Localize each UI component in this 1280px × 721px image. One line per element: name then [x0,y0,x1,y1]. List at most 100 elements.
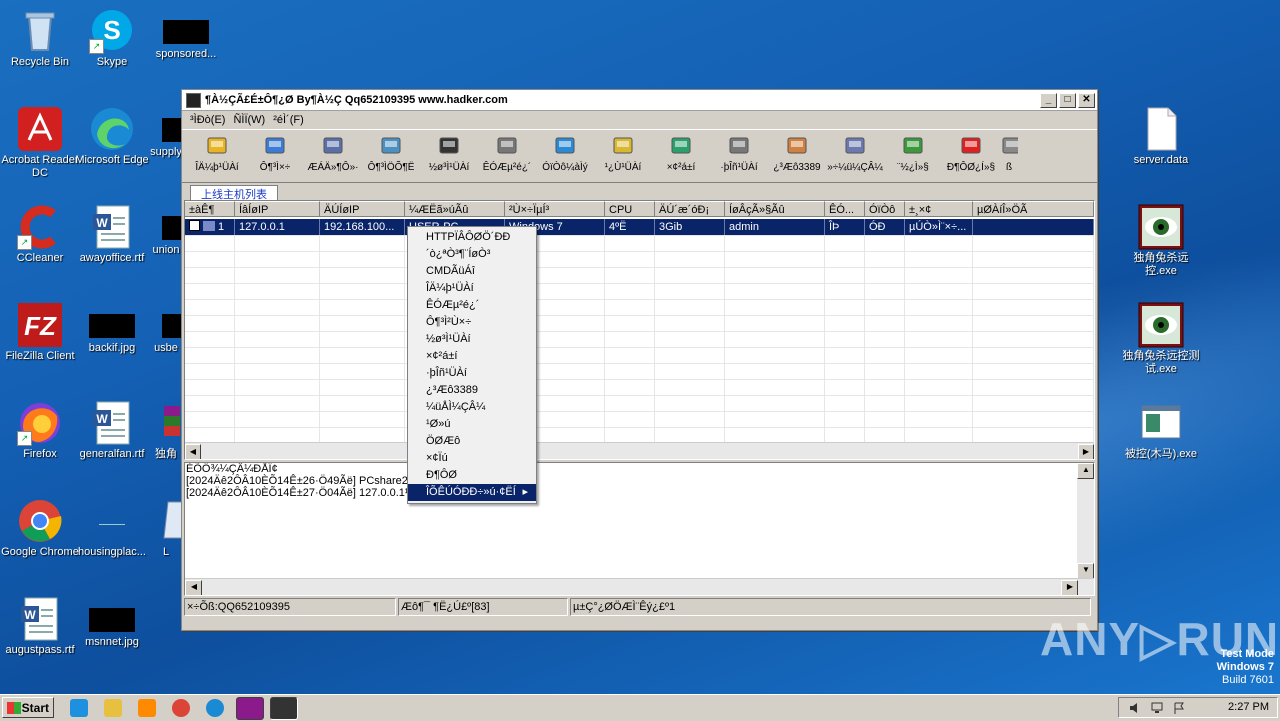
toolbar-button[interactable]: ¨½¿Ì»§ [884,130,942,180]
context-menu-item[interactable]: CMDÃüÁî [408,263,536,280]
toolbar-button[interactable]: ×¢²á±í [652,130,710,180]
desktop-icon-l[interactable]: L [146,494,186,590]
scroll-left-button[interactable]: ◀ [185,580,202,595]
speaker-icon[interactable] [1129,702,1141,714]
toolbar-button[interactable]: ß [1000,130,1018,180]
window-titlebar[interactable]: ¶À½ÇÃ£É±Ô¶¿Ø By¶À½Ç Qq652109395 www.hadk… [182,90,1097,111]
toolbar-button[interactable]: Ð¶ÔØ¿Í»§ [942,130,1000,180]
desktop-icon-supply[interactable]: supply [146,102,186,198]
toolbar-button[interactable]: ·þÎñ¹ÜÀí [710,130,768,180]
media-player-icon[interactable] [138,699,156,717]
column-header[interactable]: ÓïÒô [865,201,905,217]
menu-program[interactable]: ³ÌÐò(E) [186,114,229,126]
column-header[interactable]: CPU [605,201,655,217]
desktop-icon-filezilla[interactable]: FZ FileZilla Client [0,298,80,394]
scroll-left-button[interactable]: ◀ [185,444,201,459]
desktop-icon-sponsored[interactable]: sponsored... [146,4,226,100]
context-menu-item[interactable]: ¼üÅÌ¼ÇÂ¼ [408,399,536,416]
winrar-icon[interactable] [236,697,264,720]
remote-control-window[interactable]: ¶À½ÇÃ£É±Ô¶¿Ø By¶À½Ç Qq652109395 www.hadk… [181,89,1098,631]
toolbar-button[interactable]: ÎÄ¼þ¹ÜÀí [188,130,246,180]
remote-tool-icon[interactable] [270,697,298,720]
toolbar-button[interactable]: ÆÁÄ»¶Ô»· [304,130,362,180]
context-menu-item[interactable]: ÎÄ¼þ¹ÜÀí [408,280,536,297]
ie-icon[interactable] [70,699,88,717]
desktop-icon-usbe[interactable]: usbe [146,298,186,394]
context-menu-item[interactable]: ¿³Æô3389 [408,382,536,399]
context-menu-item[interactable]: ·þÎñ¹ÜÀí [408,365,536,382]
context-menu-item[interactable]: ÎÕÊÚÓÐÐ÷»ú·¢ËÍ ▸ [408,484,536,501]
vertical-scrollbar[interactable]: ▲ ▼ [1077,463,1094,579]
network-icon[interactable] [1151,702,1163,714]
context-menu-item[interactable]: Ð¶ÔØ [408,467,536,484]
scroll-right-button[interactable]: ▶ [1078,444,1094,459]
desktop-icon-chrome[interactable]: Google Chrome [0,494,80,590]
maximize-button[interactable]: □ [1059,92,1076,108]
context-menu-item[interactable]: ¹Ø»ú [408,416,536,433]
context-menu-item[interactable]: ×¢²á±í [408,348,536,365]
context-menu-item[interactable]: HTTPÏÂÔØÖ´ÐÐ [408,229,536,246]
desktop-icon-dujiao-test-exe[interactable]: 独角兔杀远控测试.exe [1121,298,1201,394]
toolbar-button[interactable]: Ô¶³Ì×÷ [246,130,304,180]
toolbar-button[interactable]: ÊÓÆµ²é¿´ [478,130,536,180]
toolbar-button[interactable]: »÷¼ü¼ÇÂ¼ [826,130,884,180]
context-menu[interactable]: HTTPÏÂÔØÖ´ÐÐ ´ò¿ªÒ³¶¨ÍøÒ³ CMDÃüÁî ÎÄ¼þ¹ÜÀí Ê… [407,226,537,504]
desktop-icon-recycle-bin[interactable]: Recycle Bin [0,4,80,100]
column-header[interactable]: µØÀíÎ»ÖÃ [973,201,1094,217]
chrome-icon[interactable] [172,699,190,717]
desktop-icon-firefox[interactable]: ↗ Firefox [0,396,80,492]
column-header[interactable]: ÄÚÍøIP [320,201,405,217]
desktop-icon-generalfan[interactable]: W generalfan.rtf [72,396,152,492]
column-header[interactable]: ÄÚ´æ´óÐ¡ [655,201,725,217]
desktop-icon-dujiao[interactable]: 独角 [146,396,186,492]
host-list[interactable]: ±àÊ¶ ÍâÍøIP ÄÚÍøIP ¼ÆËã»úÃû ²Ù×÷ÏµÍ³ CPU ÄÚ´æ´… [184,200,1095,460]
context-menu-item[interactable]: ÖØÆô [408,433,536,450]
desktop-icon-server-data[interactable]: server.data [1121,102,1201,198]
horizontal-scrollbar[interactable]: ◀ ▶ [185,578,1094,595]
context-menu-item[interactable]: ½ø³Ì¹ÜÀí [408,331,536,348]
desktop-icon-acrobat[interactable]: Acrobat Reader DC [0,102,80,198]
toolbar-button[interactable]: ¿³Æô3389 [768,130,826,180]
context-menu-item[interactable]: ×¢Ïú [408,450,536,467]
explorer-icon[interactable] [104,699,122,717]
minimize-button[interactable]: _ [1040,92,1057,108]
desktop-icon-ccleaner[interactable]: ↗ CCleaner [0,200,80,296]
column-header[interactable]: ¼ÆËã»úÃû [405,201,505,217]
column-header[interactable]: ÊÓ... [825,201,865,217]
system-tray[interactable]: 2:27 PM [1118,697,1278,718]
scroll-up-button[interactable]: ▲ [1077,463,1094,479]
column-header[interactable]: ±àÊ¶ [185,201,235,217]
column-header[interactable]: ±¸×¢ [905,201,973,217]
toolbar-button[interactable]: ¹¿Ù¹ÜÀí [594,130,652,180]
edge-icon[interactable] [206,699,224,717]
clock[interactable]: 2:27 PM [1228,701,1269,713]
desktop-icon-augustpass[interactable]: W augustpass.rtf [0,592,80,688]
column-header[interactable]: ÍøÂçÃ»§Ãû [725,201,825,217]
desktop-icon-awayoffice[interactable]: W awayoffice.rtf [72,200,152,296]
desktop-icon-skype[interactable]: S ↗ Skype [72,4,152,100]
desktop-icon-msnnet[interactable]: msnnet.jpg [72,592,152,688]
table-row[interactable]: 1127.0.0.1192.168.100...USER-PCWindows 7… [185,219,1094,235]
horizontal-scrollbar[interactable]: ◀ ▶ [185,442,1094,459]
desktop-icon-edge[interactable]: Microsoft Edge [72,102,152,198]
desktop-icon-dujiao-exe[interactable]: 独角兔杀远控.exe [1121,200,1201,296]
close-button[interactable]: ✕ [1078,92,1095,108]
desktop-icon-trojan-exe[interactable]: 被控(木马).exe [1121,396,1201,492]
desktop-icon-housingplace[interactable]: housingplac... [72,494,152,590]
context-menu-item[interactable]: Ô¶³Ì²Ù×÷ [408,314,536,331]
menu-window[interactable]: ÑÌÏ(W) [229,114,269,126]
start-button[interactable]: Start [2,697,54,718]
log-panel[interactable]: ÈÕÖ¾¼ÇÂ¼ÐÅÏ¢ [2024Äê2ÔÂ10ÈÕ14Ê±26·Ö49Ãë]… [184,462,1095,596]
context-menu-item[interactable]: ´ò¿ªÒ³¶¨ÍøÒ³ [408,246,536,263]
scroll-right-button[interactable]: ▶ [1061,580,1078,595]
toolbar-button[interactable]: ÓïÒô¼àÌý [536,130,594,180]
scroll-down-button[interactable]: ▼ [1077,563,1094,579]
column-header[interactable]: ²Ù×÷ÏµÍ³ [505,201,605,217]
flag-icon[interactable] [1173,702,1185,714]
toolbar-button[interactable]: Ô¶³ÌÖÕ¶Ë [362,130,420,180]
desktop-icon-union[interactable]: union [146,200,186,296]
desktop-icon-backif[interactable]: backif.jpg [72,298,152,394]
menu-help[interactable]: ²éÌ´(F) [269,114,308,126]
row-checkbox[interactable] [189,220,200,231]
column-header[interactable]: ÍâÍøIP [235,201,320,217]
